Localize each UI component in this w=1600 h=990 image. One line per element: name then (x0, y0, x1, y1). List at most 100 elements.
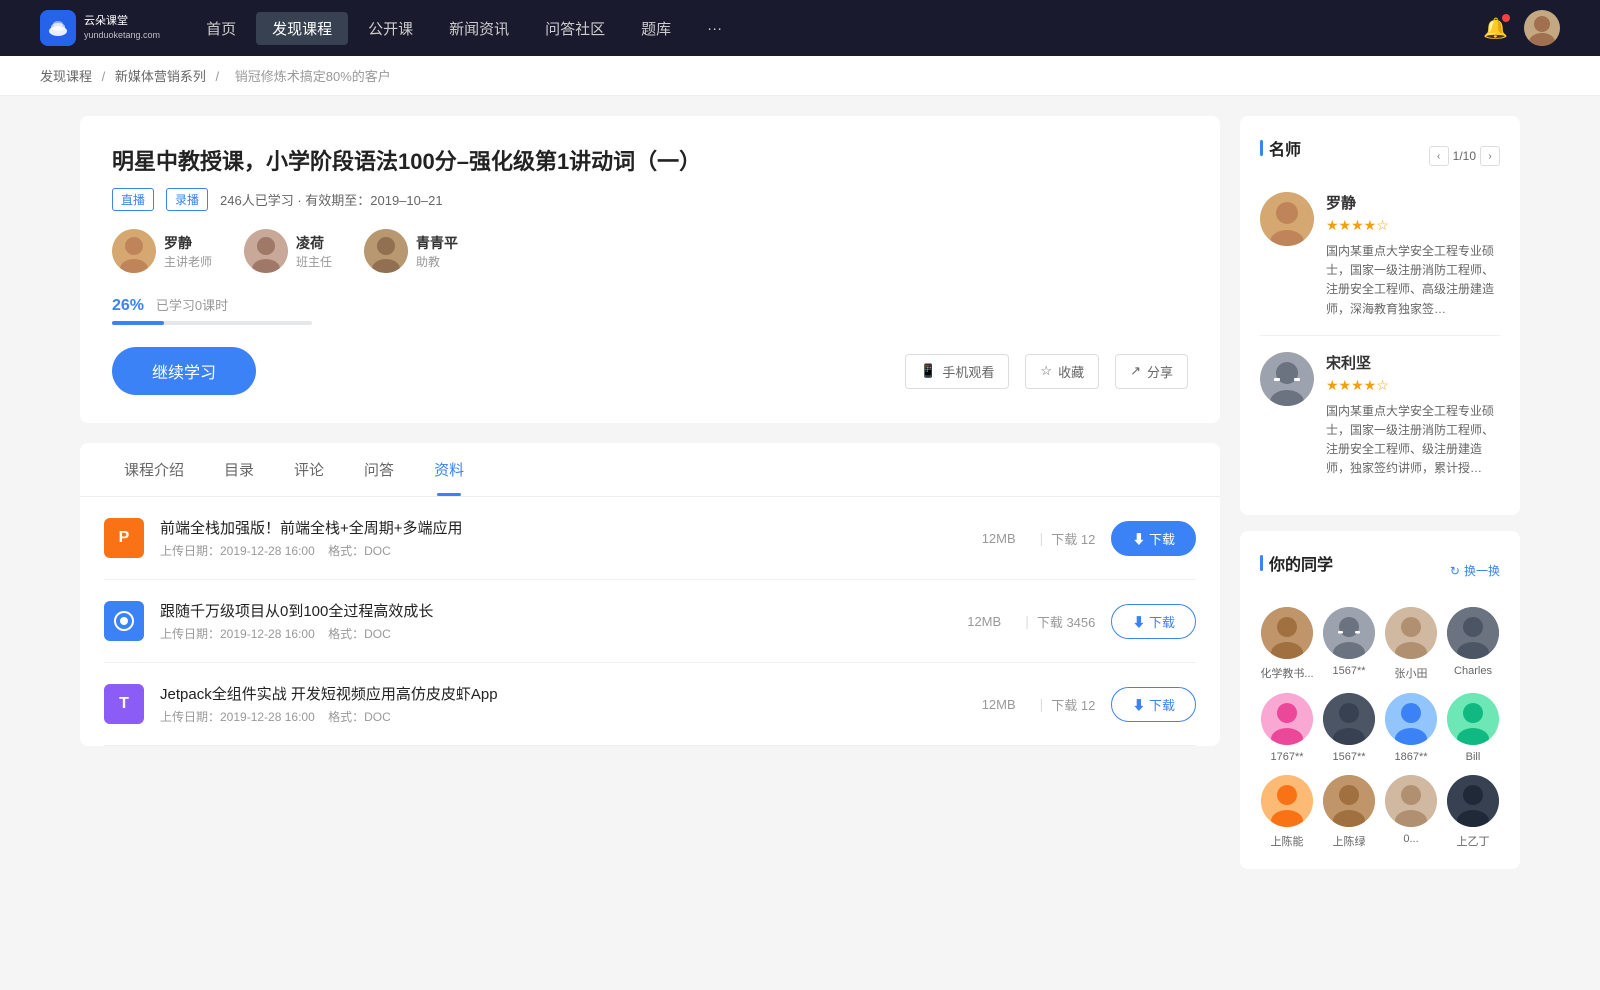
classmate-name-7: 1867** (1394, 751, 1427, 763)
resource-date-2: 上传日期：2019-12-28 16:00 (160, 627, 315, 641)
tab-catalog[interactable]: 目录 (204, 443, 274, 496)
teacher-sidebar-name-1: 罗静 (1326, 192, 1500, 213)
download-button-1[interactable]: ⬇ 下载 (1111, 521, 1196, 556)
classmate-6: 1567** (1322, 693, 1376, 763)
teacher-sidebar-item-1: 罗静 ★★★★☆ 国内某重点大学安全工程专业硕士，国家一级注册消防工程师、注册安… (1260, 192, 1500, 319)
classmate-10: 上陈绿 (1322, 775, 1376, 849)
classmate-9: 上陈能 (1260, 775, 1314, 849)
teacher-info-2: 凌荷 班主任 (296, 233, 332, 270)
nav-item-more[interactable]: ··· (691, 14, 738, 43)
classmates-header: 你的同学 ↻ 换一换 (1260, 551, 1500, 591)
share-button[interactable]: ↗ 分享 (1115, 354, 1188, 389)
tab-resource[interactable]: 资料 (414, 443, 484, 496)
teacher-role-2: 班主任 (296, 253, 332, 270)
share-icon: ↗ (1130, 363, 1141, 379)
classmate-name-10: 上陈绿 (1333, 833, 1366, 849)
classmates-title: 你的同学 (1260, 551, 1333, 575)
classmate-name-8: Bill (1466, 751, 1481, 763)
resource-icon-2 (104, 601, 144, 641)
logo[interactable]: 云朵课堂yunduoketang.com (40, 10, 160, 46)
course-header-card: 明星中教授课，小学阶段语法100分–强化级第1讲动词（一） 直播 录播 246人… (80, 116, 1220, 423)
resource-stats-3: 12MB | 下载 12 (966, 695, 1096, 714)
refresh-button[interactable]: ↻ 换一换 (1450, 562, 1500, 579)
download-button-2[interactable]: ⬇ 下载 (1111, 604, 1196, 639)
teacher-item-2: 凌荷 班主任 (244, 229, 332, 273)
progress-section: 26% 已学习0课时 (112, 295, 1188, 325)
page-prev[interactable]: ‹ (1429, 146, 1449, 166)
classmate-4: Charles (1446, 607, 1500, 681)
collect-label: 收藏 (1058, 362, 1084, 381)
page-num: 1/10 (1453, 149, 1476, 163)
share-label: 分享 (1147, 362, 1173, 381)
resource-item-2: 跟随千万级项目从0到100全过程高效成长 上传日期：2019-12-28 16:… (104, 580, 1196, 663)
progress-sub: 已学习0课时 (156, 298, 228, 313)
teacher-name-1: 罗静 (164, 233, 212, 253)
breadcrumb-sep-1: / (102, 69, 109, 84)
mobile-icon: 📱 (920, 363, 936, 379)
nav-item-exam[interactable]: 题库 (625, 12, 687, 45)
breadcrumb-sep-2: / (216, 69, 223, 84)
logo-icon (40, 10, 76, 46)
course-meta-text: 246人已学习 · 有效期至：2019–10–21 (220, 190, 443, 209)
resource-format-1: 格式：DOC (328, 544, 391, 558)
resource-info-1: 前端全栈加强版！前端全栈+全周期+多端应用 上传日期：2019-12-28 16… (160, 517, 950, 559)
teachers-sidebar-header: 名师 ‹ 1/10 › (1260, 136, 1500, 176)
notification-dot (1502, 14, 1510, 22)
pagination-small: ‹ 1/10 › (1429, 146, 1500, 166)
resource-size-2: 12MB (951, 614, 1017, 629)
teacher-sidebar-desc-2: 国内某重点大学安全工程专业硕士，国家一级注册消防工程师、注册安全工程师、级注册建… (1326, 402, 1500, 479)
classmate-name-5: 1767** (1270, 751, 1303, 763)
nav-item-news[interactable]: 新闻资讯 (433, 12, 525, 45)
breadcrumb-link-1[interactable]: 发现课程 (40, 69, 92, 84)
refresh-icon: ↻ (1450, 564, 1460, 578)
classmate-avatar-5 (1261, 693, 1313, 745)
breadcrumb: 发现课程 / 新媒体营销系列 / 销冠修炼术搞定80%的客户 (0, 56, 1600, 96)
continue-study-button[interactable]: 继续学习 (112, 347, 256, 395)
teacher-name-3: 青青平 (416, 233, 458, 253)
mobile-view-button[interactable]: 📱 手机观看 (905, 354, 1009, 389)
classmate-avatar-8 (1447, 693, 1499, 745)
tab-qa[interactable]: 问答 (344, 443, 414, 496)
resource-format-2: 格式：DOC (328, 627, 391, 641)
classmate-avatar-10 (1323, 775, 1375, 827)
teachers-sidebar-title: 名师 (1260, 136, 1301, 160)
tab-review[interactable]: 评论 (274, 443, 344, 496)
main-container: 明星中教授课，小学阶段语法100分–强化级第1讲动词（一） 直播 录播 246人… (40, 96, 1560, 905)
user-avatar[interactable] (1524, 10, 1560, 46)
classmate-5: 1767** (1260, 693, 1314, 763)
nav-item-qa[interactable]: 问答社区 (529, 12, 621, 45)
breadcrumb-link-2[interactable]: 新媒体营销系列 (115, 69, 206, 84)
collect-button[interactable]: ☆ 收藏 (1025, 354, 1099, 389)
nav-item-open[interactable]: 公开课 (352, 12, 429, 45)
progress-bar-bg (112, 321, 312, 325)
teacher-name-2: 凌荷 (296, 233, 332, 253)
page-next[interactable]: › (1480, 146, 1500, 166)
classmates-sidebar-card: 你的同学 ↻ 换一换 化学教书... 1 (1240, 531, 1520, 869)
course-meta: 直播 录播 246人已学习 · 有效期至：2019–10–21 (112, 188, 1188, 211)
badge-live: 直播 (112, 188, 154, 211)
resource-name-1: 前端全栈加强版！前端全栈+全周期+多端应用 (160, 517, 950, 538)
navbar: 云朵课堂yunduoketang.com 首页 发现课程 公开课 新闻资讯 问答… (0, 0, 1600, 56)
classmate-name-1: 化学教书... (1260, 665, 1313, 681)
teachers-sidebar-card: 名师 ‹ 1/10 › 罗静 ★★★★☆ 国内某重点大学安全工程专业硕士，国家一… (1240, 116, 1520, 515)
nav-item-home[interactable]: 首页 (190, 12, 252, 45)
star-icon: ☆ (1040, 363, 1052, 379)
teacher-sidebar-desc-1: 国内某重点大学安全工程专业硕士，国家一级注册消防工程师、注册安全工程师、高级注册… (1326, 242, 1500, 319)
classmate-avatar-2 (1323, 607, 1375, 659)
tab-intro[interactable]: 课程介绍 (104, 443, 204, 496)
teacher-avatar-2 (244, 229, 288, 273)
nav-item-discover[interactable]: 发现课程 (256, 12, 348, 45)
classmate-name-2: 1567** (1332, 665, 1365, 677)
badge-record: 录播 (166, 188, 208, 211)
teacher-divider (1260, 335, 1500, 336)
resource-name-2: 跟随千万级项目从0到100全过程高效成长 (160, 600, 935, 621)
teacher-role-1: 主讲老师 (164, 253, 212, 270)
classmate-avatar-4 (1447, 607, 1499, 659)
tabs-card: 课程介绍 目录 评论 问答 资料 P 前端全栈加强版！前端全栈+全周期+多端应用… (80, 443, 1220, 746)
classmate-name-4: Charles (1454, 665, 1492, 677)
nav-items: 首页 发现课程 公开课 新闻资讯 问答社区 题库 ··· (190, 12, 1483, 45)
download-button-3[interactable]: ⬇ 下载 (1111, 687, 1196, 722)
notification-bell[interactable]: 🔔 (1483, 16, 1508, 41)
resource-size-1: 12MB (966, 531, 1032, 546)
classmate-avatar-9 (1261, 775, 1313, 827)
